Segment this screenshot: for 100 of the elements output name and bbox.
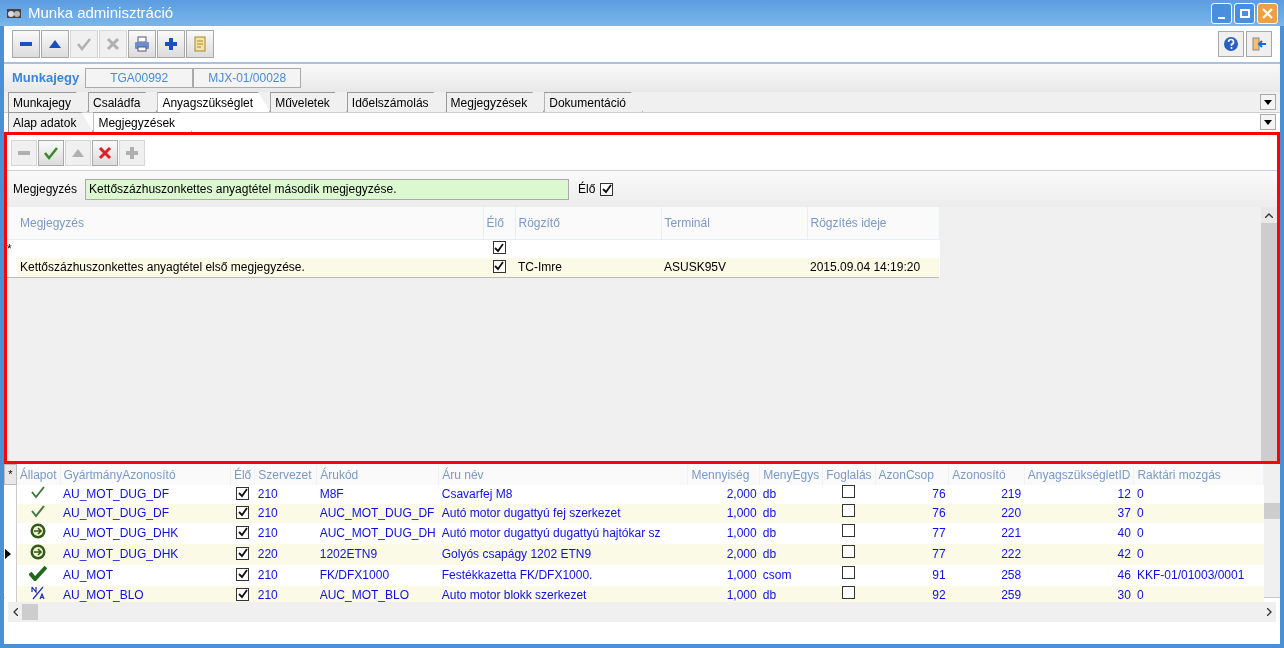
column-header[interactable]: Terminál: [661, 207, 807, 239]
check-icon: [29, 564, 48, 581]
help-button[interactable]: [1218, 31, 1244, 57]
help-icon: [1223, 36, 1239, 52]
scroll-right-icon: [1266, 608, 1272, 616]
check-icon: [30, 484, 47, 499]
window-title: Munka adminisztráció: [28, 2, 174, 23]
tab[interactable]: Munkajegy: [8, 92, 89, 112]
column-header[interactable]: Élő: [230, 464, 255, 485]
checkbox[interactable]: [842, 485, 856, 498]
column-header[interactable]: Azonosító: [948, 464, 1025, 485]
column-header[interactable]: Élő: [483, 207, 515, 239]
column-header[interactable]: Szervezet: [254, 464, 317, 485]
column-header[interactable]: Árukód: [316, 464, 439, 485]
column-header[interactable]: Állapot: [16, 464, 60, 485]
check-icon: [30, 503, 47, 518]
column-header[interactable]: MenyEgys: [759, 464, 823, 485]
column-header[interactable]: GyártmányAzonosító: [60, 464, 231, 485]
checkbox[interactable]: [492, 259, 506, 273]
dropdown-button[interactable]: [1260, 114, 1276, 130]
table-cell: 77: [875, 522, 949, 544]
new-row-marker: *: [7, 239, 17, 258]
column-header[interactable]: Foglalás: [822, 464, 876, 485]
document-icon: [192, 36, 208, 52]
toolbar-button[interactable]: [41, 30, 69, 58]
column-header[interactable]: AzonCsop: [875, 464, 949, 485]
table-cell: AU_MOT: [60, 564, 231, 586]
column-header[interactable]: AnyagszükségletID: [1024, 464, 1134, 485]
dropdown-button[interactable]: [1260, 94, 1276, 110]
note-input-field[interactable]: Kettőszázhuszonkettes anyagtétel második megjegyzése.: [85, 178, 570, 200]
caret-icon: [1264, 99, 1272, 105]
column-header[interactable]: Rögzítés ideje: [807, 207, 939, 239]
row-pointer-icon: [4, 549, 11, 559]
toolbar-button[interactable]: [92, 139, 118, 166]
toolbar-button[interactable]: [157, 30, 185, 58]
column-header[interactable]: Áru név: [438, 464, 688, 485]
field-label: Megjegyzés: [13, 181, 78, 198]
tab[interactable]: Dokumentáció: [544, 92, 643, 112]
column-header[interactable]: Mennyiség: [687, 464, 760, 485]
maximize-button[interactable]: [1234, 2, 1255, 24]
arrow-circle-icon: [30, 543, 47, 560]
checkbox[interactable]: [236, 505, 250, 519]
vertical-scrollbar[interactable]: [1264, 464, 1280, 597]
tab[interactable]: Anyagszükséglet: [157, 92, 271, 112]
table-cell: Kettőszázhuszonkettes anyagtétel első megjegyzése.: [17, 258, 483, 277]
checkbox[interactable]: [842, 545, 856, 558]
tab[interactable]: Családfa: [88, 92, 158, 112]
minimize-button[interactable]: [1211, 2, 1232, 24]
section-label: Munkajegy: [12, 69, 81, 88]
close-button[interactable]: [1257, 2, 1278, 24]
caret-icon: [1264, 119, 1272, 125]
scroll-thumb[interactable]: [22, 604, 38, 620]
column-header[interactable]: Rögzítő: [515, 207, 661, 239]
horizontal-scrollbar[interactable]: [8, 602, 1276, 622]
toolbar-button[interactable]: [38, 139, 64, 166]
checkbox[interactable]: [842, 566, 856, 579]
tab[interactable]: Alap adatok: [8, 112, 94, 132]
checkbox[interactable]: [236, 567, 250, 581]
scroll-up-icon: [1265, 212, 1273, 218]
plus-icon: [163, 36, 179, 52]
tab[interactable]: Megjegyzések: [445, 92, 545, 112]
column-header[interactable]: Raktári mozgás: [1133, 464, 1264, 485]
table-cell: 91: [875, 564, 949, 586]
printer-icon: [134, 36, 150, 52]
table-cell: TC-Imre: [515, 258, 661, 277]
checkbox[interactable]: [492, 241, 506, 255]
tab[interactable]: Időelszámolás: [346, 92, 446, 112]
checkbox[interactable]: [236, 587, 250, 601]
table-cell: 77: [875, 543, 949, 565]
vertical-scrollbar[interactable]: [1261, 207, 1277, 461]
table-cell: Golyós csapágy 1202 ETN9: [438, 543, 688, 565]
table-cell: AU_MOT_DUG_DHK: [60, 522, 231, 544]
scroll-left-icon: [12, 608, 18, 616]
check-icon: [76, 36, 92, 52]
toolbar-button[interactable]: [12, 30, 40, 58]
plus-icon: [124, 144, 140, 161]
checkbox[interactable]: [842, 586, 856, 599]
tab[interactable]: Megjegyzések: [93, 112, 193, 132]
checkbox[interactable]: [600, 182, 614, 196]
tab[interactable]: Műveletek: [270, 92, 347, 112]
checkbox[interactable]: [842, 504, 856, 517]
checkbox[interactable]: [842, 524, 856, 537]
table-cell: 46: [1024, 564, 1134, 586]
checkbox[interactable]: [236, 486, 250, 500]
close-icon: [1262, 7, 1273, 19]
field-label: Élő: [578, 180, 596, 198]
not-applicable-icon: [30, 585, 47, 600]
close-icon: [105, 36, 121, 52]
id-field: MJX-01/00028: [193, 68, 302, 88]
checkbox[interactable]: [236, 546, 250, 560]
checkbox[interactable]: [236, 525, 250, 539]
toolbar-button[interactable]: [128, 30, 156, 58]
table-cell: 40: [1024, 522, 1134, 544]
minus-icon: [18, 150, 30, 155]
table-cell: Festékkazetta FK/DFX1000.: [438, 564, 688, 586]
table-cell: AU_MOT_DUG_DHK: [60, 543, 231, 565]
minus-icon: [20, 42, 32, 46]
id-field: TGA00992: [85, 68, 194, 88]
exit-button[interactable]: [1246, 31, 1272, 57]
column-header[interactable]: Megjegyzés: [17, 207, 483, 239]
